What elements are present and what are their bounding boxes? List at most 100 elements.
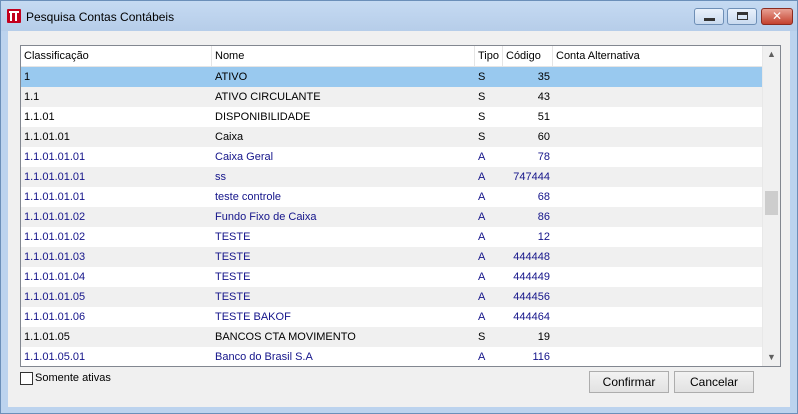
table-row[interactable]: 1.1.01.01.01 Caixa Geral A 78 bbox=[21, 147, 763, 167]
cell-codigo: 43 bbox=[537, 91, 550, 103]
column-header-classificacao[interactable]: Classificação bbox=[21, 46, 212, 66]
close-icon: ✕ bbox=[771, 9, 783, 23]
cell-tipo: S bbox=[478, 91, 486, 103]
table-row[interactable]: 1 ATIVO S 35 bbox=[21, 67, 763, 87]
cell-classificacao: 1.1.01.01.03 bbox=[24, 251, 86, 263]
cell-conta-alternativa bbox=[553, 247, 763, 267]
table-row[interactable]: 1.1 ATIVO CIRCULANTE S 43 bbox=[21, 87, 763, 107]
cell-conta-alternativa bbox=[553, 287, 763, 307]
cell-classificacao: 1.1.01.01.01 bbox=[24, 191, 86, 203]
cell-codigo: 86 bbox=[537, 211, 550, 223]
cell-tipo: S bbox=[478, 111, 486, 123]
vertical-scrollbar[interactable]: ▲ ▼ bbox=[762, 46, 780, 366]
cell-codigo: 116 bbox=[532, 351, 550, 363]
cell-nome: TESTE bbox=[215, 251, 251, 263]
column-header-codigo[interactable]: Código bbox=[503, 46, 553, 66]
title-bar[interactable]: Pesquisa Contas Contábeis ✕ bbox=[1, 1, 797, 31]
cell-tipo: A bbox=[478, 291, 486, 303]
table-row[interactable]: 1.1.01.01.03 TESTE A 444448 bbox=[21, 247, 763, 267]
table-row[interactable]: 1.1.01.05.01 Banco do Brasil S.A A 116 bbox=[21, 347, 763, 366]
grid-rows: 1 ATIVO S 35 1.1 ATIVO CIRCULANTE S 43 1.1.01 DIS… bbox=[21, 67, 763, 366]
cell-classificacao: 1.1.01.01.01 bbox=[24, 171, 86, 183]
table-row[interactable]: 1.1.01.01.04 TESTE A 444449 bbox=[21, 267, 763, 287]
cell-classificacao: 1.1.01.01.04 bbox=[24, 271, 86, 283]
accounts-grid[interactable]: Classificação Nome Tipo Código Conta Alt… bbox=[20, 45, 781, 367]
cell-classificacao: 1.1.01.01.06 bbox=[24, 311, 86, 323]
cell-nome: TESTE bbox=[215, 271, 251, 283]
table-row[interactable]: 1.1.01.05 BANCOS CTA MOVIMENTO S 19 bbox=[21, 327, 763, 347]
cell-nome: Caixa bbox=[215, 131, 244, 143]
cell-nome: TESTE BAKOF bbox=[215, 311, 291, 323]
cell-tipo: A bbox=[478, 231, 486, 243]
cell-codigo: 747444 bbox=[513, 171, 550, 183]
cell-tipo: A bbox=[478, 251, 486, 263]
cell-tipo: A bbox=[478, 171, 486, 183]
cell-codigo: 444456 bbox=[513, 291, 550, 303]
cell-codigo: 444464 bbox=[513, 311, 550, 323]
cell-classificacao: 1.1.01.01.02 bbox=[24, 231, 86, 243]
cell-conta-alternativa bbox=[553, 207, 763, 227]
column-header-nome[interactable]: Nome bbox=[212, 46, 475, 66]
cell-codigo: 35 bbox=[537, 71, 550, 83]
cell-nome: ss bbox=[215, 171, 226, 183]
cell-codigo: 68 bbox=[537, 191, 550, 203]
cell-nome: ATIVO CIRCULANTE bbox=[215, 91, 321, 103]
cell-conta-alternativa bbox=[553, 187, 763, 207]
cell-nome: teste controle bbox=[215, 191, 282, 203]
minimize-button[interactable] bbox=[694, 8, 724, 25]
table-row[interactable]: 1.1.01.01.02 Fundo Fixo de Caixa A 86 bbox=[21, 207, 763, 227]
cell-conta-alternativa bbox=[553, 347, 763, 366]
column-header-tipo[interactable]: Tipo bbox=[475, 46, 503, 66]
cell-conta-alternativa bbox=[553, 167, 763, 187]
cell-nome: TESTE bbox=[215, 231, 251, 243]
table-row[interactable]: 1.1.01.01 Caixa S 60 bbox=[21, 127, 763, 147]
cell-conta-alternativa bbox=[553, 67, 763, 87]
table-row[interactable]: 1.1.01.01.01 teste controle A 68 bbox=[21, 187, 763, 207]
cell-tipo: A bbox=[478, 211, 486, 223]
dialog-body: Classificação Nome Tipo Código Conta Alt… bbox=[8, 31, 790, 407]
cell-conta-alternativa bbox=[553, 307, 763, 327]
column-header-conta-alternativa[interactable]: Conta Alternativa bbox=[553, 46, 763, 66]
scroll-thumb[interactable] bbox=[765, 191, 778, 215]
cell-conta-alternativa bbox=[553, 327, 763, 347]
maximize-button[interactable] bbox=[727, 8, 757, 25]
cell-codigo: 12 bbox=[537, 231, 550, 243]
cancel-button[interactable]: Cancelar bbox=[674, 371, 754, 393]
cell-classificacao: 1.1.01.05.01 bbox=[24, 351, 86, 363]
cell-conta-alternativa bbox=[553, 267, 763, 287]
scroll-down-icon[interactable]: ▼ bbox=[763, 349, 780, 366]
cell-codigo: 19 bbox=[537, 331, 550, 343]
cell-conta-alternativa bbox=[553, 87, 763, 107]
cell-tipo: A bbox=[478, 311, 486, 323]
cell-classificacao: 1.1.01.01.02 bbox=[24, 211, 86, 223]
table-row[interactable]: 1.1.01.01.02 TESTE A 12 bbox=[21, 227, 763, 247]
maximize-icon bbox=[737, 12, 748, 20]
table-row[interactable]: 1.1.01 DISPONIBILIDADE S 51 bbox=[21, 107, 763, 127]
cell-nome: Banco do Brasil S.A bbox=[215, 351, 313, 363]
only-active-label[interactable]: Somente ativas bbox=[35, 372, 111, 384]
only-active-checkbox[interactable] bbox=[20, 372, 33, 385]
cell-classificacao: 1.1.01.05 bbox=[24, 331, 70, 343]
cell-nome: BANCOS CTA MOVIMENTO bbox=[215, 331, 356, 343]
table-row[interactable]: 1.1.01.01.05 TESTE A 444456 bbox=[21, 287, 763, 307]
cell-conta-alternativa bbox=[553, 147, 763, 167]
close-button[interactable]: ✕ bbox=[761, 8, 793, 25]
cell-classificacao: 1.1.01.01.01 bbox=[24, 151, 86, 163]
cell-codigo: 78 bbox=[537, 151, 550, 163]
cell-classificacao: 1.1.01.01 bbox=[24, 131, 70, 143]
cell-nome: Fundo Fixo de Caixa bbox=[215, 211, 317, 223]
cell-nome: TESTE bbox=[215, 291, 251, 303]
cell-tipo: A bbox=[478, 151, 486, 163]
grid-header: Classificação Nome Tipo Código Conta Alt… bbox=[21, 46, 763, 67]
app-logo-icon bbox=[7, 9, 21, 23]
scroll-up-icon[interactable]: ▲ bbox=[763, 46, 780, 63]
table-row[interactable]: 1.1.01.01.01 ss A 747444 bbox=[21, 167, 763, 187]
cell-classificacao: 1.1.01 bbox=[24, 111, 55, 123]
cell-codigo: 444448 bbox=[513, 251, 550, 263]
cell-classificacao: 1.1 bbox=[24, 91, 40, 103]
cell-tipo: A bbox=[478, 271, 486, 283]
cell-tipo: S bbox=[478, 71, 486, 83]
table-row[interactable]: 1.1.01.01.06 TESTE BAKOF A 444464 bbox=[21, 307, 763, 327]
confirm-button[interactable]: Confirmar bbox=[589, 371, 669, 393]
cell-tipo: S bbox=[478, 331, 486, 343]
